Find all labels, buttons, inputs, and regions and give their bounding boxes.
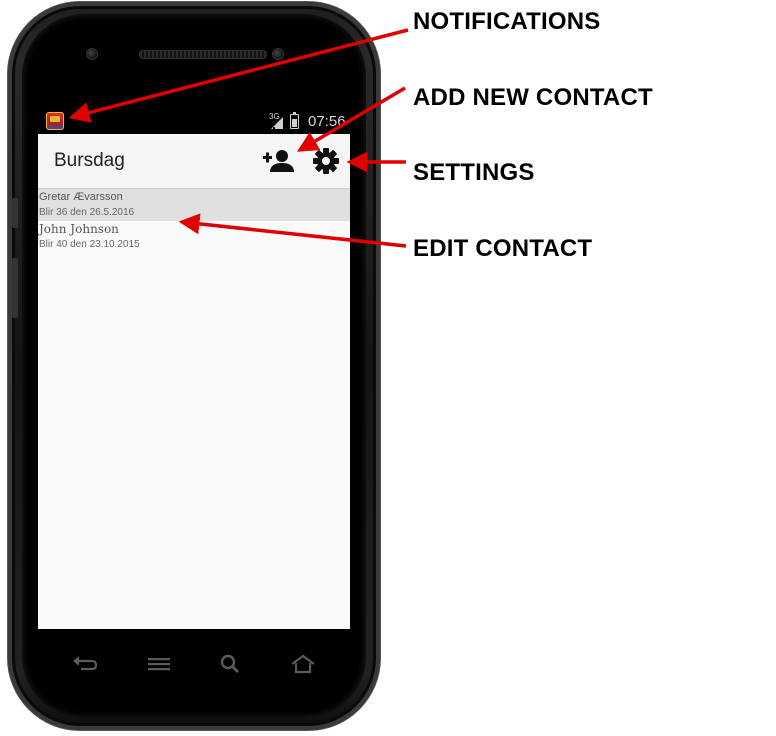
settings-button[interactable]	[310, 145, 342, 177]
front-camera	[272, 48, 284, 60]
battery-icon	[290, 112, 299, 129]
notifications-label: NOTIFICATIONS	[413, 8, 601, 35]
app-title: Bursdag	[54, 150, 125, 171]
home-icon	[291, 654, 315, 674]
contact-birthday-text: Blir 36 den 26.5.2016	[39, 207, 135, 218]
menu-key[interactable]	[144, 652, 174, 676]
earpiece-speaker	[139, 50, 267, 59]
edit-contact-label: EDIT CONTACT	[413, 235, 593, 262]
volume-button[interactable]	[12, 198, 18, 228]
search-icon	[220, 654, 240, 674]
status-bar: 3G 07:56	[38, 109, 350, 134]
phone-screen: 3G 07:56 Bursdag Gretar Ævarsson Blir 36…	[38, 109, 350, 629]
contact-row[interactable]: Gretar Ævarsson Blir 36 den 26.5.2016	[38, 189, 350, 221]
settings-label: SETTINGS	[413, 159, 535, 186]
menu-icon	[148, 658, 170, 671]
add-contact-button[interactable]	[261, 144, 297, 178]
annotated-screenshot: 3G 07:56 Bursdag Gretar Ævarsson Blir 36…	[0, 0, 776, 736]
app-notification-icon[interactable]	[46, 112, 64, 130]
proximity-sensor	[86, 48, 98, 60]
add-new-contact-label: ADD NEW CONTACT	[413, 84, 653, 111]
back-icon	[73, 656, 98, 671]
search-key[interactable]	[216, 652, 246, 676]
add-person-icon	[263, 150, 294, 172]
home-key[interactable]	[288, 652, 318, 676]
gear-icon	[313, 148, 339, 174]
contact-name: Gretar Ævarsson	[39, 191, 123, 203]
contact-row[interactable]: John Johnson Blir 40 den 23.10.2015	[38, 221, 350, 253]
contact-list: Gretar Ævarsson Blir 36 den 26.5.2016 Jo…	[38, 189, 350, 253]
side-button[interactable]	[12, 258, 18, 318]
action-bar: Bursdag	[38, 134, 350, 189]
status-clock: 07:56	[308, 113, 346, 130]
contact-birthday-text: Blir 40 den 23.10.2015	[39, 239, 140, 250]
contact-name: John Johnson	[39, 222, 119, 236]
signal-icon	[271, 117, 283, 129]
back-key[interactable]	[70, 652, 100, 676]
